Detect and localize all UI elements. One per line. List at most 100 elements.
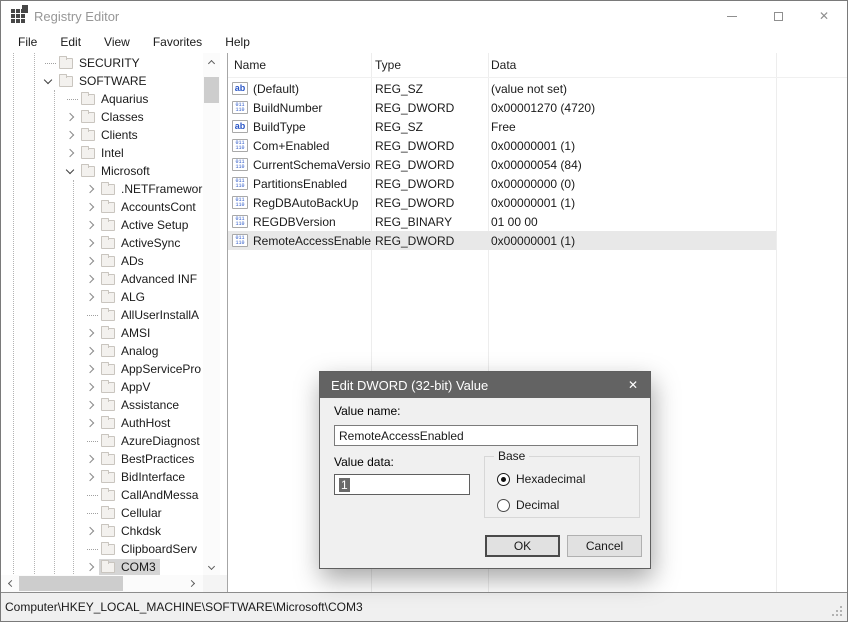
- tree-item[interactable]: .NETFramewor: [1, 180, 204, 198]
- tree-item[interactable]: SECURITY: [1, 54, 204, 72]
- expander-icon[interactable]: [83, 326, 97, 340]
- tree-item[interactable]: AzureDiagnost: [1, 432, 204, 450]
- menu-edit[interactable]: Edit: [52, 33, 89, 51]
- scroll-right-arrow[interactable]: [184, 575, 201, 592]
- folder-icon: [101, 526, 115, 537]
- expander-icon[interactable]: [83, 236, 97, 250]
- expander-icon[interactable]: [83, 452, 97, 466]
- value-name: (Default): [253, 82, 299, 96]
- value-row[interactable]: 011110 RemoteAccessEnabled REG_DWORD 0x0…: [228, 231, 776, 250]
- tree-item[interactable]: Clients: [1, 126, 204, 144]
- value-name-input[interactable]: RemoteAccessEnabled: [334, 425, 638, 446]
- column-header-data[interactable]: Data: [488, 58, 776, 72]
- value-row[interactable]: 011110 PartitionsEnabled REG_DWORD 0x000…: [228, 174, 776, 193]
- resize-grip[interactable]: [832, 606, 843, 617]
- scroll-left-arrow[interactable]: [1, 575, 18, 592]
- tree-item[interactable]: AppV: [1, 378, 204, 396]
- expander-icon[interactable]: [83, 524, 97, 538]
- expander-icon[interactable]: [83, 254, 97, 268]
- menu-view[interactable]: View: [96, 33, 138, 51]
- expander-icon[interactable]: [83, 470, 97, 484]
- menu-help[interactable]: Help: [217, 33, 258, 51]
- value-row[interactable]: 011110 REGDBVersion REG_BINARY 01 00 00: [228, 212, 776, 231]
- tree-item[interactable]: AppServicePro: [1, 360, 204, 378]
- column-header-type[interactable]: Type: [371, 58, 488, 72]
- tree-item-label: SOFTWARE: [79, 74, 147, 88]
- tree-item[interactable]: ADs: [1, 252, 204, 270]
- tree-item[interactable]: AMSI: [1, 324, 204, 342]
- dialog-close-button[interactable]: ✕: [616, 372, 650, 398]
- value-data-input[interactable]: 1: [334, 474, 470, 495]
- menu-file[interactable]: File: [10, 33, 45, 51]
- expander-icon[interactable]: [63, 110, 77, 124]
- tree-item[interactable]: Advanced INF: [1, 270, 204, 288]
- close-button[interactable]: ✕: [801, 1, 847, 31]
- tree-item[interactable]: Active Setup: [1, 216, 204, 234]
- value-row[interactable]: 011110 BuildNumber REG_DWORD 0x00001270 …: [228, 98, 776, 117]
- tree-item[interactable]: Chkdsk: [1, 522, 204, 540]
- expander-icon[interactable]: [83, 398, 97, 412]
- scroll-down-arrow[interactable]: [203, 559, 220, 576]
- expander-icon[interactable]: [83, 272, 97, 286]
- tree-item[interactable]: AllUserInstallA: [1, 306, 204, 324]
- value-row[interactable]: 011110 Com+Enabled REG_DWORD 0x00000001 …: [228, 136, 776, 155]
- value-row[interactable]: 011110 CurrentSchemaVersion REG_DWORD 0x…: [228, 155, 776, 174]
- ok-button[interactable]: OK: [485, 535, 560, 557]
- value-name-label: Value name:: [334, 404, 401, 418]
- radio-hexadecimal[interactable]: Hexadecimal: [497, 472, 585, 486]
- tree-item[interactable]: ALG: [1, 288, 204, 306]
- tree-item[interactable]: ClipboardServ: [1, 540, 204, 558]
- vertical-scroll-thumb[interactable]: [204, 77, 219, 103]
- expander-icon[interactable]: [83, 200, 97, 214]
- tree-item[interactable]: Aquarius: [1, 90, 204, 108]
- value-name: BuildNumber: [253, 101, 322, 115]
- value-data-label: Value data:: [334, 455, 394, 469]
- tree-item[interactable]: Intel: [1, 144, 204, 162]
- expander-icon[interactable]: [83, 182, 97, 196]
- radio-decimal-label: Decimal: [516, 498, 559, 512]
- expander-icon[interactable]: [83, 560, 97, 574]
- tree-item[interactable]: CallAndMessa: [1, 486, 204, 504]
- value-row[interactable]: 011110 RegDBAutoBackUp REG_DWORD 0x00000…: [228, 193, 776, 212]
- expander-icon[interactable]: [83, 380, 97, 394]
- tree-item[interactable]: Microsoft: [1, 162, 204, 180]
- tree-horizontal-scrollbar[interactable]: [1, 575, 204, 592]
- tree-item[interactable]: ActiveSync: [1, 234, 204, 252]
- expander-icon[interactable]: [83, 362, 97, 376]
- title-bar: ✦ Registry Editor ✕: [1, 1, 847, 31]
- folder-icon: [101, 274, 115, 285]
- tree-item[interactable]: Classes: [1, 108, 204, 126]
- tree-item[interactable]: SOFTWARE: [1, 72, 204, 90]
- column-header-name[interactable]: Name: [228, 58, 371, 72]
- tree-item[interactable]: Analog: [1, 342, 204, 360]
- expander-icon[interactable]: [63, 128, 77, 142]
- expander-icon[interactable]: [83, 416, 97, 430]
- tree-item[interactable]: BidInterface: [1, 468, 204, 486]
- scroll-up-arrow[interactable]: [203, 53, 220, 70]
- tree-item[interactable]: Cellular: [1, 504, 204, 522]
- expander-icon[interactable]: [41, 74, 55, 88]
- expander-icon[interactable]: [83, 218, 97, 232]
- expander-icon[interactable]: [83, 290, 97, 304]
- expander-icon[interactable]: [63, 146, 77, 160]
- tree-item-label: BidInterface: [121, 470, 185, 484]
- tree-item[interactable]: AccountsCont: [1, 198, 204, 216]
- tree-item[interactable]: AuthHost: [1, 414, 204, 432]
- expander-icon[interactable]: [63, 164, 77, 178]
- minimize-button[interactable]: [709, 1, 755, 31]
- maximize-button[interactable]: [755, 1, 801, 31]
- tree-item[interactable]: Assistance: [1, 396, 204, 414]
- cancel-button[interactable]: Cancel: [567, 535, 642, 557]
- expander-icon[interactable]: [83, 344, 97, 358]
- radio-decimal[interactable]: Decimal: [497, 498, 559, 512]
- value-type: REG_BINARY: [371, 215, 488, 229]
- tree-item[interactable]: BestPractices: [1, 450, 204, 468]
- value-row[interactable]: ab BuildType REG_SZ Free: [228, 117, 776, 136]
- value-row[interactable]: ab (Default) REG_SZ (value not set): [228, 79, 776, 98]
- column-divider[interactable]: [776, 53, 777, 592]
- horizontal-scroll-thumb[interactable]: [19, 576, 123, 591]
- menu-favorites[interactable]: Favorites: [145, 33, 210, 51]
- tree-vertical-scrollbar[interactable]: [203, 53, 220, 576]
- window-title: Registry Editor: [34, 9, 119, 24]
- tree-item[interactable]: COM3: [1, 558, 204, 576]
